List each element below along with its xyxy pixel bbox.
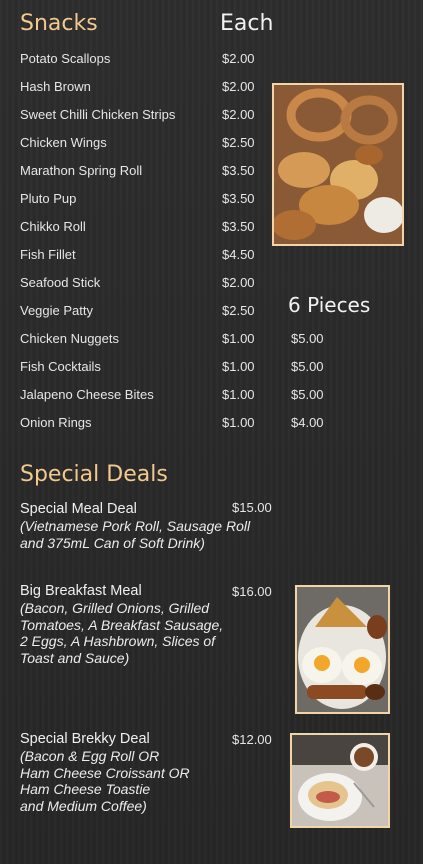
item-price: $3.50 bbox=[222, 163, 255, 178]
six-pieces-price: $5.00 bbox=[291, 359, 324, 374]
six-pieces-price: $4.00 bbox=[291, 415, 324, 430]
deal-description: (Bacon, Grilled Onions, Grilled Tomatoes… bbox=[20, 600, 224, 666]
six-pieces-column-heading: 6 Pieces bbox=[288, 293, 371, 317]
deal-price: $12.00 bbox=[232, 732, 272, 747]
item-price: $2.50 bbox=[222, 135, 255, 150]
item-price: $1.00 bbox=[222, 331, 255, 346]
item-price: $1.00 bbox=[222, 387, 255, 402]
list-item: Chikko Roll bbox=[20, 219, 86, 234]
list-item: Veggie Patty bbox=[20, 303, 93, 318]
list-item: Seafood Stick bbox=[20, 275, 101, 290]
list-item: Jalapeno Cheese Bites bbox=[20, 387, 154, 402]
item-price: $3.50 bbox=[222, 219, 255, 234]
fried-food-image bbox=[274, 85, 402, 244]
item-price: $2.00 bbox=[222, 107, 255, 122]
list-item: Marathon Spring Roll bbox=[20, 163, 143, 178]
item-price: $2.00 bbox=[222, 275, 255, 290]
big-breakfast-photo bbox=[295, 585, 390, 714]
deal-price: $15.00 bbox=[232, 500, 272, 515]
list-item: Pluto Pup bbox=[20, 191, 77, 206]
deal-title: Big Breakfast Meal bbox=[20, 583, 142, 599]
snacks-heading: Snacks bbox=[20, 11, 98, 36]
item-price: $4.50 bbox=[222, 247, 255, 262]
item-price: $2.50 bbox=[222, 303, 255, 318]
item-price: $2.00 bbox=[222, 79, 255, 94]
item-price: $1.00 bbox=[222, 359, 255, 374]
six-pieces-price: $5.00 bbox=[291, 331, 324, 346]
special-deals-heading: Special Deals bbox=[20, 462, 168, 487]
list-item: Hash Brown bbox=[20, 79, 91, 94]
list-item: Fish Fillet bbox=[20, 247, 76, 262]
six-pieces-price: $5.00 bbox=[291, 387, 324, 402]
deal-title: Special Meal Deal bbox=[20, 501, 137, 517]
breakfast-plate-image bbox=[297, 587, 388, 712]
list-item: Sweet Chilli Chicken Strips bbox=[20, 107, 176, 122]
coffee-and-roll-image bbox=[292, 735, 388, 826]
list-item: Fish Cocktails bbox=[20, 359, 101, 374]
list-item: Chicken Wings bbox=[20, 135, 107, 150]
list-item: Onion Rings bbox=[20, 415, 92, 430]
item-price: $3.50 bbox=[222, 191, 255, 206]
deal-description: (Bacon & Egg Roll OR Ham Cheese Croissan… bbox=[20, 748, 190, 814]
snacks-platter-photo bbox=[272, 83, 404, 246]
deal-title: Special Brekky Deal bbox=[20, 731, 150, 747]
deal-description: (Vietnamese Pork Roll, Sausage Roll and … bbox=[20, 518, 251, 551]
brekky-deal-photo bbox=[290, 733, 390, 828]
item-price: $1.00 bbox=[222, 415, 255, 430]
list-item: Chicken Nuggets bbox=[20, 331, 119, 346]
list-item: Potato Scallops bbox=[20, 51, 111, 66]
each-column-heading: Each bbox=[220, 11, 274, 36]
item-price: $2.00 bbox=[222, 51, 255, 66]
deal-price: $16.00 bbox=[232, 584, 272, 599]
